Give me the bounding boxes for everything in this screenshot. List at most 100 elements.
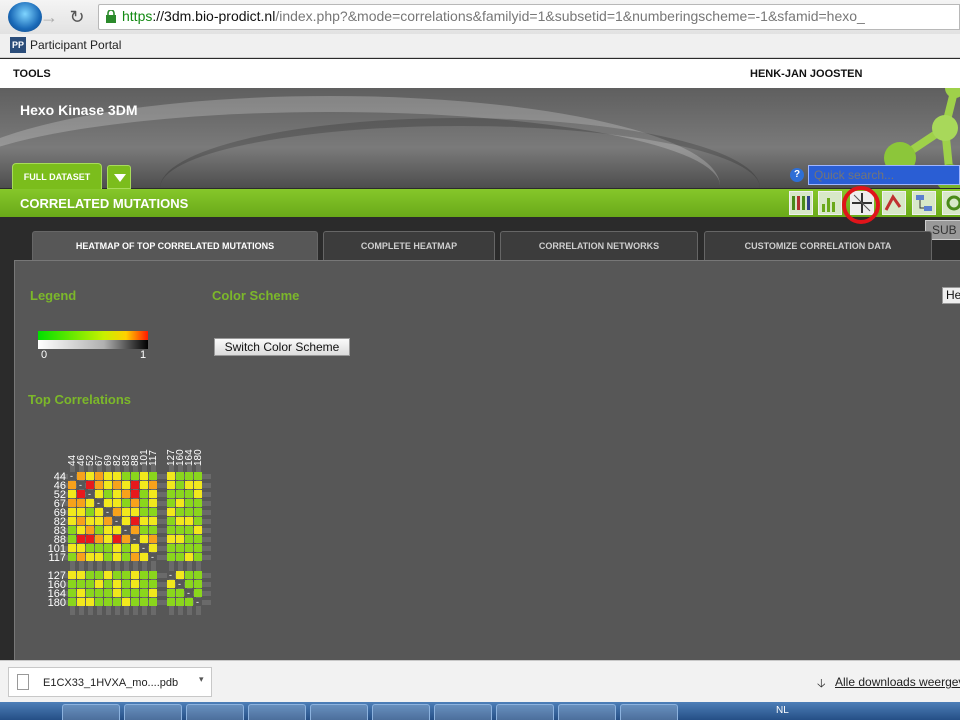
quick-search-input[interactable]: [808, 165, 960, 185]
taskbar-app-button[interactable]: [620, 704, 678, 720]
heatmap-cell: [95, 517, 103, 525]
tab-full-dataset[interactable]: FULL DATASET: [12, 163, 102, 189]
heatmap-cell: [95, 544, 103, 552]
switch-color-scheme-button[interactable]: Switch Color Scheme: [214, 338, 350, 356]
heatmap-cell: [176, 517, 184, 525]
heatmap-cell: [185, 526, 193, 534]
heatmap-cell: [104, 571, 112, 579]
heatmap-cell: [113, 571, 121, 579]
heatmap-cell: [176, 598, 184, 606]
heatmap-cell: [167, 535, 175, 543]
heatmap-cell: [185, 517, 193, 525]
heatmap-cell: [113, 535, 121, 543]
dataset-dropdown-button[interactable]: [107, 165, 131, 189]
heatmap-cell: [176, 481, 184, 489]
heatmap-cell: [149, 517, 157, 525]
taskbar-media-button[interactable]: [124, 704, 182, 720]
heatmap-cell: [149, 526, 157, 534]
bar-chart-tool-icon[interactable]: [818, 191, 842, 215]
tab-customize-correlation-data[interactable]: CUSTOMIZE CORRELATION DATA: [704, 231, 932, 260]
heatmap-cell: [95, 481, 103, 489]
help-button[interactable]: He: [942, 287, 960, 304]
heatmap-cell: [131, 589, 139, 597]
heatmap-cell: [194, 580, 202, 588]
alignment-tool-icon[interactable]: [789, 191, 813, 215]
user-menu[interactable]: HENK-JAN JOOSTEN: [750, 68, 862, 80]
windows-start-icon[interactable]: [8, 2, 42, 32]
heatmap-cell: [77, 526, 85, 534]
heatmap-cell: [113, 553, 121, 561]
heatmap-cell: [149, 598, 157, 606]
heatmap-row-label: 180: [48, 597, 66, 609]
address-bar[interactable]: https://3dm.bio-prodict.nl/index.php?&mo…: [98, 4, 960, 30]
url-scheme: https: [122, 8, 153, 24]
reload-icon[interactable]: ↻: [66, 6, 88, 28]
heatmap-cell: [131, 508, 139, 516]
heatmap-cell: [185, 499, 193, 507]
download-file-name: E1CX33_1HVXA_mo....pdb: [43, 677, 179, 689]
heatmap-cell: [185, 544, 193, 552]
language-indicator[interactable]: NL: [776, 705, 789, 716]
heatmap-cell: [104, 553, 112, 561]
tab-complete-heatmap[interactable]: COMPLETE HEATMAP: [323, 231, 495, 260]
tree-tool-icon[interactable]: [912, 191, 936, 215]
heatmap-cell: [86, 499, 94, 507]
heatmap-cell: [95, 472, 103, 480]
structure-tool-icon[interactable]: [882, 191, 906, 215]
heatmap-cell: [95, 526, 103, 534]
taskbar-word-button[interactable]: [434, 704, 492, 720]
file-icon: [17, 674, 29, 690]
heatmap-cell: [113, 589, 121, 597]
taskbar-ie-button[interactable]: [372, 704, 430, 720]
heatmap-cell: [194, 553, 202, 561]
heatmap-cell: [176, 472, 184, 480]
bookmark-participant-portal[interactable]: Participant Portal: [30, 38, 121, 52]
legend-min-label: 0: [41, 349, 48, 361]
heatmap-cell: [122, 589, 130, 597]
heatmap-cell: [194, 517, 202, 525]
heatmap-cell: [68, 580, 76, 588]
heatmap-cell: [167, 598, 175, 606]
heatmap-cell: [194, 589, 202, 597]
help-icon[interactable]: ?: [790, 168, 804, 182]
heatmap-cell: [140, 526, 148, 534]
taskbar-powerpoint-button[interactable]: [558, 704, 616, 720]
taskbar-chrome-button[interactable]: [186, 704, 244, 720]
heatmap-cell: [131, 472, 139, 480]
os-taskbar: NL: [0, 702, 960, 720]
chevron-down-icon[interactable]: ▾: [199, 674, 204, 685]
heatmap-cell: [140, 535, 148, 543]
tools-menu[interactable]: TOOLS: [13, 68, 51, 80]
heatmap-cell: [185, 490, 193, 498]
heatmap-cell: [113, 526, 121, 534]
taskbar-app-button[interactable]: [310, 704, 368, 720]
taskbar-app-button[interactable]: [248, 704, 306, 720]
heatmap-cell: [95, 571, 103, 579]
heatmap-cell: [122, 571, 130, 579]
heatmap-cell: [104, 598, 112, 606]
heatmap-cell: [77, 598, 85, 606]
heatmap-cell: [149, 535, 157, 543]
heatmap-cell: [131, 553, 139, 561]
heatmap-cell: [77, 535, 85, 543]
tab-correlation-networks[interactable]: CORRELATION NETWORKS: [500, 231, 698, 260]
heatmap-cell: [86, 580, 94, 588]
highlight-circle: [842, 186, 880, 224]
heatmap-cell: [104, 481, 112, 489]
tab-heatmap-top-correlated[interactable]: HEATMAP OF TOP CORRELATED MUTATIONS: [32, 231, 318, 260]
heatmap-cell: [68, 481, 76, 489]
heatmap-cell: [140, 499, 148, 507]
taskbar-app-button[interactable]: [496, 704, 554, 720]
heatmap-cell: [185, 508, 193, 516]
show-all-downloads-link[interactable]: Alle downloads weergev: [835, 675, 960, 689]
heatmap-cell: [140, 508, 148, 516]
download-item[interactable]: E1CX33_1HVXA_mo....pdb ▾: [8, 667, 212, 697]
heatmap-cell: [176, 526, 184, 534]
heatmap-cell: [167, 499, 175, 507]
heatmap-diagonal-label: -: [133, 534, 136, 544]
heatmap-cell: [149, 499, 157, 507]
heatmap-cell: [122, 508, 130, 516]
taskbar-explorer-button[interactable]: [62, 704, 120, 720]
heatmap-cell: [185, 580, 193, 588]
settings-tool-icon[interactable]: [942, 191, 960, 215]
